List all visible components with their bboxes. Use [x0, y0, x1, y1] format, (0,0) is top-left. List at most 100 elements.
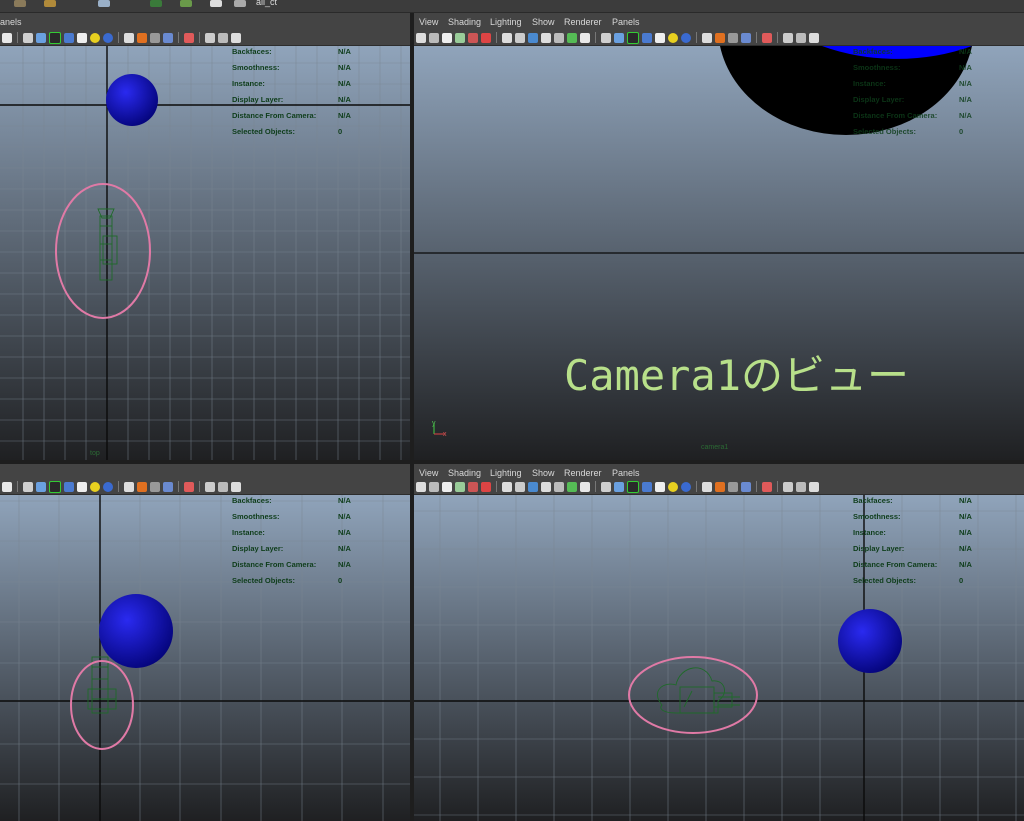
pencil-icon[interactable]: [481, 481, 491, 492]
pencil-icon[interactable]: [481, 32, 491, 43]
text-icon[interactable]: [580, 481, 590, 492]
teapot-icon[interactable]: [715, 481, 725, 492]
light-icon[interactable]: [90, 32, 100, 43]
menu-view[interactable]: View: [419, 468, 438, 478]
viewport-pane-bottom-right[interactable]: View Shading Lighting Show Renderer Pane…: [414, 464, 1024, 821]
box-icon[interactable]: [64, 32, 74, 43]
share-icon[interactable]: [809, 481, 819, 492]
share-icon[interactable]: [231, 32, 241, 43]
checker-icon[interactable]: [210, 0, 222, 7]
grid-icon[interactable]: [468, 481, 478, 492]
isolate-icon[interactable]: [783, 32, 793, 43]
text-icon[interactable]: [580, 32, 590, 43]
viewport-pane-top-left[interactable]: anels Backfaces: N/A Smoothness: N/A Ins…: [0, 13, 410, 460]
share-icon[interactable]: [809, 32, 819, 43]
file-icon[interactable]: [234, 0, 246, 7]
panels-menu[interactable]: anels: [0, 17, 22, 27]
menu-lighting[interactable]: Lighting: [490, 17, 522, 27]
tool-icon[interactable]: [98, 0, 110, 7]
safe-title-icon[interactable]: [567, 481, 577, 492]
menu-show[interactable]: Show: [532, 468, 555, 478]
light-icon[interactable]: [668, 32, 678, 43]
smooth-icon[interactable]: [49, 31, 61, 44]
isolate-icon[interactable]: [205, 32, 215, 43]
viewport-pane-top-right[interactable]: View Shading Lighting Show Renderer Pane…: [414, 13, 1024, 460]
tool-icon[interactable]: [180, 0, 192, 7]
tool-icon[interactable]: [44, 0, 56, 7]
shade-icon[interactable]: [614, 32, 624, 43]
shadow-icon[interactable]: [728, 32, 738, 43]
menu-shading[interactable]: Shading: [448, 468, 481, 478]
wireframe-icon[interactable]: [23, 32, 33, 43]
share-icon[interactable]: [231, 481, 241, 492]
select-icon[interactable]: [184, 481, 194, 492]
camera-select-icon[interactable]: [416, 32, 426, 43]
select-icon[interactable]: [184, 32, 194, 43]
text-icon[interactable]: [2, 32, 12, 43]
shade-icon[interactable]: [614, 481, 624, 492]
pane-divider-horizontal[interactable]: [0, 460, 1024, 464]
checker-icon[interactable]: [77, 481, 87, 492]
box-icon[interactable]: [64, 481, 74, 492]
camera-select-icon[interactable]: [416, 481, 426, 492]
menu-view[interactable]: View: [419, 17, 438, 27]
camera-icon[interactable]: [741, 481, 751, 492]
smooth-icon[interactable]: [627, 31, 639, 44]
select-icon[interactable]: [762, 481, 772, 492]
checker-icon[interactable]: [77, 32, 87, 43]
render-icon[interactable]: [124, 32, 134, 43]
grid-icon[interactable]: [468, 32, 478, 43]
viewport-pane-bottom-left[interactable]: Backfaces: N/A Smoothness: N/A Instance: N/…: [0, 464, 410, 821]
menu-renderer[interactable]: Renderer: [564, 468, 602, 478]
sphere-icon[interactable]: [103, 481, 113, 492]
select-icon[interactable]: [762, 32, 772, 43]
smooth-icon[interactable]: [627, 480, 639, 493]
camera-icon[interactable]: [163, 481, 173, 492]
isolate-icon[interactable]: [205, 481, 215, 492]
isolate-icon[interactable]: [783, 481, 793, 492]
gate-mask-icon[interactable]: [528, 32, 538, 43]
box-icon[interactable]: [642, 481, 652, 492]
shadow-icon[interactable]: [150, 481, 160, 492]
render-icon[interactable]: [702, 481, 712, 492]
resolution-gate-icon[interactable]: [515, 32, 525, 43]
sphere-icon[interactable]: [681, 32, 691, 43]
frame-icon[interactable]: [218, 481, 228, 492]
checker-icon[interactable]: [655, 481, 665, 492]
light-icon[interactable]: [90, 481, 100, 492]
frame-icon[interactable]: [796, 481, 806, 492]
bookmark-icon[interactable]: [442, 32, 452, 43]
frame-icon[interactable]: [218, 32, 228, 43]
field-chart-icon[interactable]: [541, 32, 551, 43]
safe-action-icon[interactable]: [554, 32, 564, 43]
safe-action-icon[interactable]: [554, 481, 564, 492]
camera-attr-icon[interactable]: [429, 32, 439, 43]
wireframe-icon[interactable]: [601, 32, 611, 43]
viewport-top[interactable]: Backfaces: N/A Smoothness: N/A Instance: N/…: [0, 46, 410, 460]
teapot-icon[interactable]: [137, 32, 147, 43]
shade-icon[interactable]: [36, 481, 46, 492]
text-icon[interactable]: [2, 481, 12, 492]
viewport-front[interactable]: Backfaces: N/A Smoothness: N/A Instance: N/…: [0, 495, 410, 821]
menu-panels[interactable]: Panels: [612, 17, 640, 27]
render-icon[interactable]: [124, 481, 134, 492]
bookmark-icon[interactable]: [442, 481, 452, 492]
field-chart-icon[interactable]: [541, 481, 551, 492]
pane-divider-vertical[interactable]: [410, 13, 414, 821]
shade-icon[interactable]: [36, 32, 46, 43]
teapot-icon[interactable]: [137, 481, 147, 492]
camera-icon[interactable]: [741, 32, 751, 43]
shadow-icon[interactable]: [728, 481, 738, 492]
menu-lighting[interactable]: Lighting: [490, 468, 522, 478]
menu-renderer[interactable]: Renderer: [564, 17, 602, 27]
tool-icon[interactable]: [150, 0, 162, 7]
render-icon[interactable]: [702, 32, 712, 43]
wireframe-icon[interactable]: [23, 481, 33, 492]
menu-panels[interactable]: Panels: [612, 468, 640, 478]
resolution-gate-icon[interactable]: [515, 481, 525, 492]
viewport-camera1[interactable]: Backfaces: N/A Smoothness: N/A Instance: N/…: [414, 46, 1024, 460]
shadow-icon[interactable]: [150, 32, 160, 43]
camera-attr-icon[interactable]: [429, 481, 439, 492]
safe-title-icon[interactable]: [567, 32, 577, 43]
camera-icon[interactable]: [163, 32, 173, 43]
